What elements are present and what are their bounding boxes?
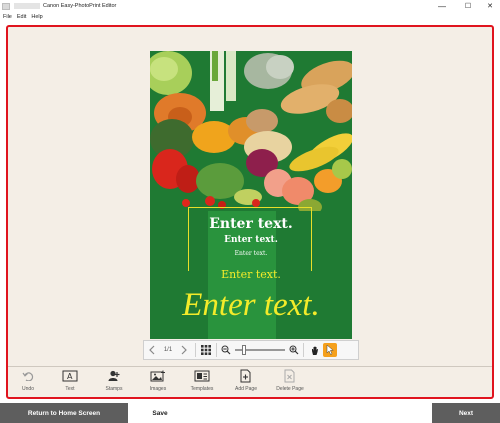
zoom-out-icon bbox=[221, 345, 231, 355]
toolbar-separator bbox=[303, 343, 304, 357]
stamps-button[interactable]: Stamps bbox=[94, 368, 134, 392]
vegetables-image bbox=[150, 51, 352, 211]
hand-tool-button[interactable] bbox=[307, 341, 323, 359]
next-page-button[interactable] bbox=[176, 341, 192, 359]
thumbnail-view-button[interactable] bbox=[199, 341, 213, 359]
svg-text:A: A bbox=[67, 372, 73, 381]
pointer-icon bbox=[326, 345, 334, 355]
undo-icon bbox=[22, 372, 34, 381]
save-button[interactable]: Save bbox=[128, 403, 192, 423]
templates-button[interactable]: Templates bbox=[182, 368, 222, 392]
poster-text-3[interactable]: Enter text. bbox=[150, 250, 352, 257]
menu-file[interactable]: File bbox=[3, 14, 12, 20]
footer-bar: Return to Home Screen Save Next bbox=[0, 403, 500, 423]
zoom-out-button[interactable] bbox=[220, 341, 232, 359]
text-button[interactable]: A Text bbox=[50, 368, 90, 392]
undo-label: Undo bbox=[22, 386, 34, 392]
image-icon bbox=[150, 370, 165, 382]
menu-help[interactable]: Help bbox=[31, 14, 42, 20]
edit-tools-bar: Undo A Text Stamps Images Templates Add … bbox=[8, 368, 492, 398]
tool-panel-divider bbox=[8, 366, 492, 367]
zoom-in-button[interactable] bbox=[288, 341, 300, 359]
maximize-button[interactable]: ☐ bbox=[458, 0, 478, 12]
poster-text-2[interactable]: Enter text. bbox=[150, 235, 352, 245]
page-indicator: 1/1 bbox=[163, 347, 173, 353]
text-icon: A bbox=[62, 370, 78, 382]
grid-icon bbox=[201, 345, 211, 355]
delete-page-label: Delete Page bbox=[276, 386, 304, 392]
undo-button[interactable]: Undo bbox=[8, 368, 48, 392]
chevron-left-icon bbox=[149, 345, 155, 355]
hand-icon bbox=[311, 346, 318, 355]
view-toolbar: 1/1 bbox=[143, 340, 359, 360]
add-page-icon bbox=[240, 369, 251, 383]
add-page-button[interactable]: Add Page bbox=[226, 368, 266, 392]
zoom-in-icon bbox=[289, 345, 299, 355]
next-button[interactable]: Next bbox=[432, 403, 500, 423]
minimize-button[interactable]: — bbox=[432, 0, 452, 12]
poster-text-5[interactable]: Enter text. bbox=[150, 287, 352, 324]
template-icon bbox=[194, 370, 210, 382]
app-window: Canon Easy-PhotoPrint Editor — ☐ ✕ File … bbox=[0, 0, 500, 423]
stamps-label: Stamps bbox=[105, 386, 123, 392]
title-blur bbox=[14, 3, 40, 9]
toolbar-separator bbox=[195, 343, 196, 357]
poster-text-1[interactable]: Enter text. bbox=[150, 216, 352, 232]
toolbar-separator bbox=[216, 343, 217, 357]
app-icon bbox=[2, 2, 10, 10]
delete-page-button[interactable]: Delete Page bbox=[270, 368, 310, 392]
images-label: Images bbox=[149, 386, 167, 392]
poster-canvas[interactable]: Enter text. Enter text. Enter text. Ente… bbox=[150, 51, 352, 339]
delete-page-icon bbox=[284, 369, 295, 383]
stamp-icon bbox=[108, 370, 120, 381]
menu-bar: File Edit Help bbox=[0, 12, 500, 22]
close-button[interactable]: ✕ bbox=[480, 0, 500, 12]
zoom-slider-knob[interactable] bbox=[241, 345, 246, 355]
poster-text-4[interactable]: Enter text. bbox=[150, 268, 352, 281]
images-button[interactable]: Images bbox=[138, 368, 178, 392]
add-page-label: Add Page bbox=[235, 386, 257, 392]
pointer-tool-button[interactable] bbox=[323, 343, 337, 357]
return-home-button[interactable]: Return to Home Screen bbox=[0, 403, 128, 423]
window-title: Canon Easy-PhotoPrint Editor bbox=[43, 3, 117, 9]
edit-area: Enter text. Enter text. Enter text. Ente… bbox=[6, 25, 494, 399]
zoom-slider[interactable] bbox=[235, 345, 285, 355]
text-label: Text bbox=[65, 386, 75, 392]
title-bar: Canon Easy-PhotoPrint Editor — ☐ ✕ bbox=[0, 0, 500, 12]
chevron-right-icon bbox=[181, 345, 187, 355]
prev-page-button[interactable] bbox=[144, 341, 160, 359]
menu-edit[interactable]: Edit bbox=[17, 14, 26, 20]
templates-label: Templates bbox=[190, 386, 214, 392]
